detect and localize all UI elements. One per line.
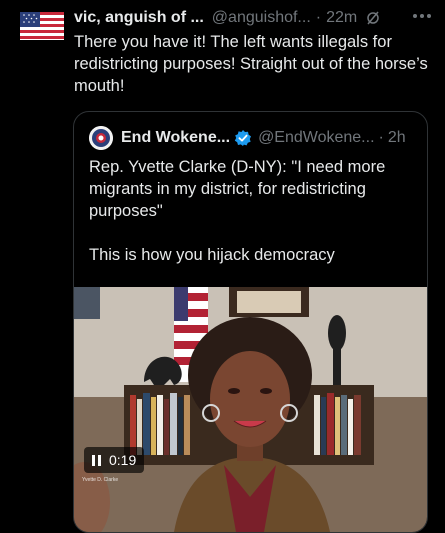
- tweet-handle[interactable]: @anguishof...: [212, 9, 311, 27]
- quoted-tweet-card[interactable]: End Wokene... @EndWokene... · 2h Rep. Yv…: [73, 111, 428, 533]
- verified-badge-icon[interactable]: [234, 129, 252, 147]
- quoted-display-name[interactable]: End Wokene...: [121, 129, 230, 147]
- video-player[interactable]: 0:19 Yvette D. Clarke: [74, 287, 427, 532]
- tweet-header: vic, anguish of ... @anguishof... · 22m: [74, 7, 438, 29]
- tweet-timestamp[interactable]: 22m: [326, 9, 357, 27]
- video-controls[interactable]: 0:19: [84, 447, 145, 473]
- separator-dot: ·: [315, 9, 322, 26]
- pause-icon[interactable]: [92, 454, 101, 466]
- quoted-tweet-text: Rep. Yvette Clarke (D-NY): "I need more …: [89, 158, 386, 264]
- video-lower-third: Yvette D. Clarke: [82, 477, 119, 483]
- quoted-avatar[interactable]: [89, 126, 113, 150]
- grok-icon[interactable]: [365, 10, 381, 26]
- video-frame: [74, 287, 427, 532]
- quoted-tweet-header: End Wokene... @EndWokene... · 2h: [89, 126, 406, 150]
- separator-dot: ·: [378, 129, 384, 146]
- tweet-text: There you have it! The left wants illega…: [74, 33, 428, 95]
- video-duration: 0:19: [109, 452, 137, 468]
- quoted-handle[interactable]: @EndWokene...: [258, 129, 374, 147]
- more-icon[interactable]: [413, 14, 431, 18]
- user-avatar-flag-icon[interactable]: [20, 10, 64, 42]
- quoted-timestamp[interactable]: 2h: [388, 129, 406, 147]
- tweet-display-name[interactable]: vic, anguish of ...: [74, 9, 204, 27]
